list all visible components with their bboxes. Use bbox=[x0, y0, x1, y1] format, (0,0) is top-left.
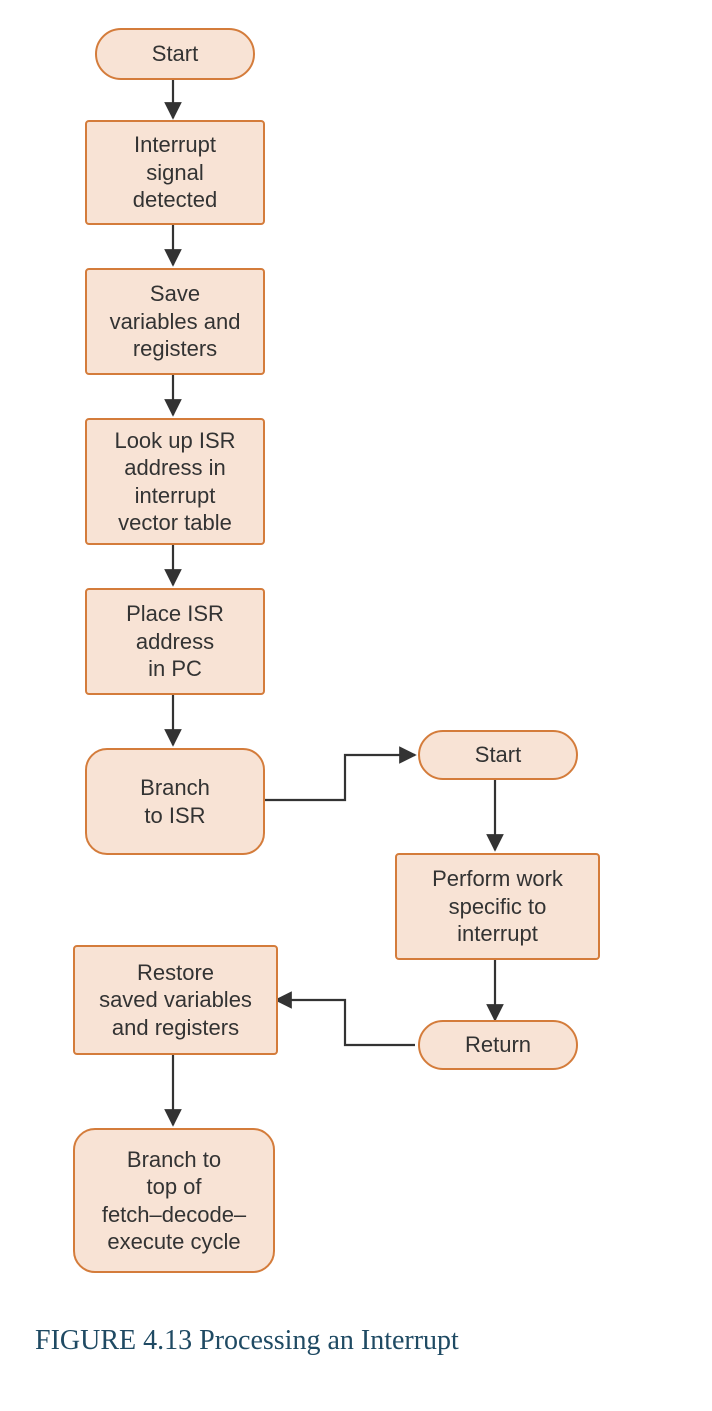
save-registers-process: Savevariables andregisters bbox=[85, 268, 265, 375]
restore-registers-process: Restoresaved variablesand registers bbox=[73, 945, 278, 1055]
interrupt-detected-process: Interruptsignaldetected bbox=[85, 120, 265, 225]
node-label: Branchto ISR bbox=[140, 774, 210, 829]
perform-work-process: Perform workspecific tointerrupt bbox=[395, 853, 600, 960]
node-label: Start bbox=[152, 40, 198, 68]
node-label: Savevariables andregisters bbox=[110, 280, 241, 363]
node-label: Look up ISRaddress ininterruptvector tab… bbox=[114, 427, 235, 537]
node-label: Restoresaved variablesand registers bbox=[99, 959, 252, 1042]
start-terminator: Start bbox=[95, 28, 255, 80]
caption-text: FIGURE 4.13 Processing an Interrupt bbox=[35, 1325, 459, 1356]
isr-start-terminator: Start bbox=[418, 730, 578, 780]
figure-caption: FIGURE 4.13 Processing an Interrupt bbox=[35, 1325, 459, 1357]
node-label: Branch totop offetch–decode–execute cycl… bbox=[102, 1146, 246, 1256]
branch-to-fetch-cycle-node: Branch totop offetch–decode–execute cycl… bbox=[73, 1128, 275, 1273]
return-terminator: Return bbox=[418, 1020, 578, 1070]
node-label: Return bbox=[465, 1031, 531, 1059]
lookup-isr-process: Look up ISRaddress ininterruptvector tab… bbox=[85, 418, 265, 545]
flowchart-canvas: Start Interruptsignaldetected Savevariab… bbox=[0, 0, 712, 1411]
place-isr-pc-process: Place ISRaddressin PC bbox=[85, 588, 265, 695]
branch-to-isr-node: Branchto ISR bbox=[85, 748, 265, 855]
node-label: Interruptsignaldetected bbox=[133, 131, 217, 214]
node-label: Start bbox=[475, 741, 521, 769]
node-label: Perform workspecific tointerrupt bbox=[432, 865, 563, 948]
node-label: Place ISRaddressin PC bbox=[126, 600, 224, 683]
